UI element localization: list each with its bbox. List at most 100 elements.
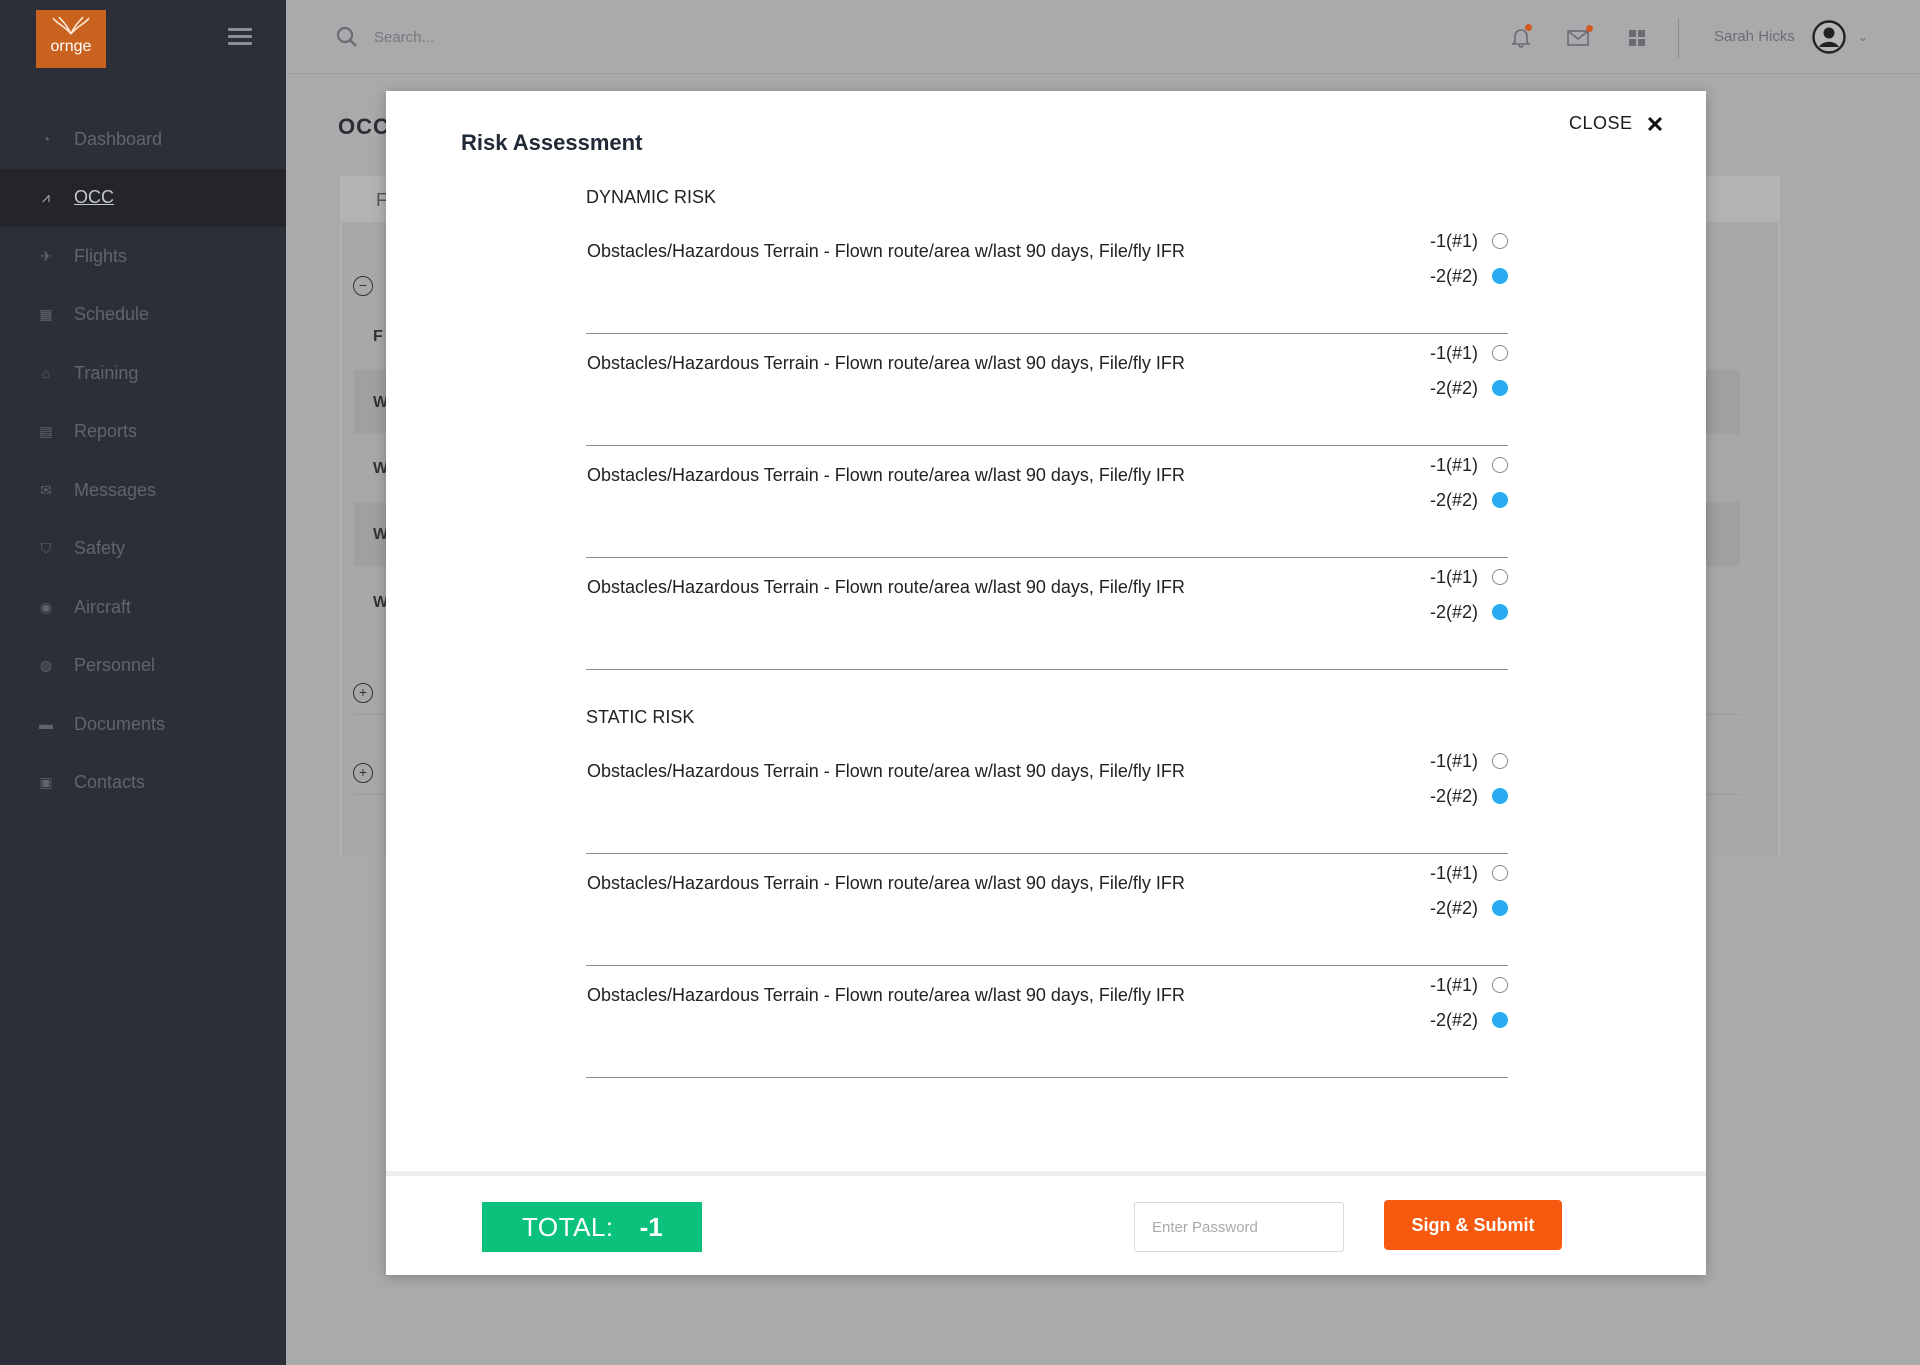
- sidebar-item-label: Schedule: [74, 304, 150, 325]
- risk-option-radio[interactable]: -1(#1): [1430, 229, 1508, 253]
- user-avatar-icon[interactable]: [1812, 20, 1846, 54]
- sidebar-item-aircraft[interactable]: ◉ Aircraft: [0, 578, 286, 637]
- radio-selected-icon[interactable]: [1492, 380, 1508, 396]
- collapse-circle-icon[interactable]: −: [353, 276, 373, 296]
- shield-icon: ⛉: [40, 540, 52, 557]
- password-field[interactable]: [1134, 1202, 1344, 1252]
- radio-unselected-icon[interactable]: [1492, 753, 1508, 769]
- user-name[interactable]: Sarah Hicks: [1714, 28, 1795, 45]
- expand-circle-icon[interactable]: +: [353, 683, 373, 703]
- risk-option-label: -2(#2): [1429, 1009, 1478, 1030]
- sidebar-item-label: Flights: [74, 245, 128, 266]
- risk-option-label: -2(#2): [1429, 265, 1478, 286]
- sidebar-item-personnel[interactable]: ◍ Personnel: [0, 637, 286, 696]
- sidebar-item-contacts[interactable]: ▣ Contacts: [0, 754, 286, 813]
- radio-unselected-icon[interactable]: [1492, 457, 1508, 473]
- mail-icon[interactable]: [1566, 25, 1593, 48]
- radio-selected-icon[interactable]: [1492, 1012, 1508, 1028]
- sidebar-item-messages[interactable]: ✉ Messages: [0, 461, 286, 520]
- search-input[interactable]: [374, 24, 774, 50]
- sign-submit-button[interactable]: Sign & Submit: [1384, 1200, 1562, 1250]
- risk-option-radio[interactable]: -1(#1): [1430, 453, 1508, 477]
- risk-option-radio[interactable]: -2(#2): [1430, 264, 1508, 288]
- risk-factor-text: Obstacles/Hazardous Terrain - Flown rout…: [587, 761, 1185, 781]
- menu-toggle-icon[interactable]: [228, 28, 252, 46]
- risk-option-radio[interactable]: -1(#1): [1430, 341, 1508, 365]
- sidebar-item-flights[interactable]: ✈ Flights: [0, 227, 286, 286]
- risk-option-radio[interactable]: -2(#2): [1430, 600, 1508, 624]
- radio-selected-icon[interactable]: [1492, 788, 1508, 804]
- risk-row: Obstacles/Hazardous Terrain - Flown rout…: [586, 966, 1508, 1078]
- close-button[interactable]: CLOSE: [1569, 113, 1663, 134]
- person-icon: ◍: [39, 657, 53, 674]
- sidebar-item-label: Messages: [74, 479, 157, 500]
- app-logo[interactable]: ornge: [36, 10, 106, 68]
- risk-factor-text: Obstacles/Hazardous Terrain - Flown rout…: [587, 985, 1185, 1005]
- sidebar-item-label: Documents: [74, 713, 166, 734]
- risk-option-radio[interactable]: -2(#2): [1430, 784, 1508, 808]
- total-score-box: TOTAL: -1: [482, 1202, 702, 1252]
- contact-card-icon: ▣: [39, 774, 53, 791]
- section-heading: STATIC RISK: [586, 707, 695, 727]
- risk-row: Obstacles/Hazardous Terrain - Flown rout…: [586, 742, 1508, 854]
- risk-option-radio[interactable]: -1(#1): [1430, 565, 1508, 589]
- modal-title: Risk Assessment: [461, 130, 643, 155]
- risk-option-radio[interactable]: -2(#2): [1430, 896, 1508, 920]
- risk-option-radio[interactable]: -2(#2): [1430, 488, 1508, 512]
- sidebar-item-dashboard[interactable]: ◔ Dashboard: [0, 110, 286, 169]
- radio-selected-icon[interactable]: [1492, 492, 1508, 508]
- risk-option-radio[interactable]: -1(#1): [1430, 861, 1508, 885]
- risk-option-label: -1(#1): [1429, 974, 1478, 995]
- logo-text: ornge: [50, 38, 92, 55]
- section-heading: DYNAMIC RISK: [586, 187, 717, 207]
- risk-factor-text: Obstacles/Hazardous Terrain - Flown rout…: [587, 465, 1185, 485]
- sidebar-item-label: Contacts: [74, 772, 146, 793]
- risk-option-label: -2(#2): [1429, 377, 1478, 398]
- sidebar-item-occ[interactable]: ⩘ OCC: [0, 168, 286, 227]
- risk-factor-text: Obstacles/Hazardous Terrain - Flown rout…: [587, 353, 1185, 373]
- background-row-label: F: [373, 328, 383, 345]
- chevron-down-icon[interactable]: ⌄: [1858, 30, 1868, 44]
- expand-circle-icon[interactable]: +: [353, 763, 373, 783]
- risk-option-radio[interactable]: -1(#1): [1430, 973, 1508, 997]
- sidebar-item-label: Aircraft: [74, 596, 132, 617]
- risk-option-radio[interactable]: -1(#1): [1430, 749, 1508, 773]
- risk-option-radio[interactable]: -2(#2): [1430, 376, 1508, 400]
- risk-row: Obstacles/Hazardous Terrain - Flown rout…: [586, 222, 1508, 334]
- sidebar-item-documents[interactable]: ▬ Documents: [0, 695, 286, 754]
- sidebar-item-safety[interactable]: ⛉ Safety: [0, 520, 286, 579]
- risk-factor-text: Obstacles/Hazardous Terrain - Flown rout…: [587, 577, 1185, 597]
- risk-option-label: -1(#1): [1429, 454, 1478, 475]
- risk-option-label: -1(#1): [1429, 566, 1478, 587]
- sidebar-item-label: OCC: [74, 187, 114, 208]
- search-icon[interactable]: [336, 26, 358, 48]
- risk-option-radio[interactable]: -2(#2): [1430, 1008, 1508, 1032]
- radio-unselected-icon[interactable]: [1492, 977, 1508, 993]
- risk-option-label: -1(#1): [1429, 750, 1478, 771]
- radio-unselected-icon[interactable]: [1492, 569, 1508, 585]
- risk-option-label: -2(#2): [1429, 601, 1478, 622]
- radio-unselected-icon[interactable]: [1492, 233, 1508, 249]
- topbar-divider: [1678, 18, 1679, 58]
- radio-unselected-icon[interactable]: [1492, 345, 1508, 361]
- apps-grid-icon[interactable]: [1626, 26, 1648, 48]
- radio-selected-icon[interactable]: [1492, 604, 1508, 620]
- folder-icon: ▬: [39, 716, 53, 733]
- risk-option-label: -2(#2): [1429, 785, 1478, 806]
- radio-selected-icon[interactable]: [1492, 900, 1508, 916]
- sidebar-nav: ◔ Dashboard ⩘ OCC ✈ Flights ▦ Schedule ⌂ Training…: [0, 110, 286, 812]
- sidebar-item-schedule[interactable]: ▦ Schedule: [0, 286, 286, 345]
- radio-selected-icon[interactable]: [1492, 268, 1508, 284]
- plane-icon: ✈: [40, 247, 52, 264]
- sidebar-item-label: Safety: [74, 538, 126, 559]
- notification-dot: [1525, 24, 1532, 31]
- sidebar: ornge ◔ Dashboard ⩘ OCC ✈ Flights ▦ Schedule ⌂ Tr…: [0, 0, 286, 1365]
- sidebar-item-training[interactable]: ⌂ Training: [0, 344, 286, 403]
- sidebar-item-label: Training: [74, 362, 139, 383]
- radio-unselected-icon[interactable]: [1492, 865, 1508, 881]
- sidebar-item-label: Dashboard: [74, 128, 163, 149]
- bell-icon[interactable]: [1510, 24, 1532, 48]
- graduation-cap-icon: ⌂: [41, 365, 51, 382]
- close-icon: [1647, 116, 1662, 131]
- sidebar-item-reports[interactable]: ▤ Reports: [0, 403, 286, 462]
